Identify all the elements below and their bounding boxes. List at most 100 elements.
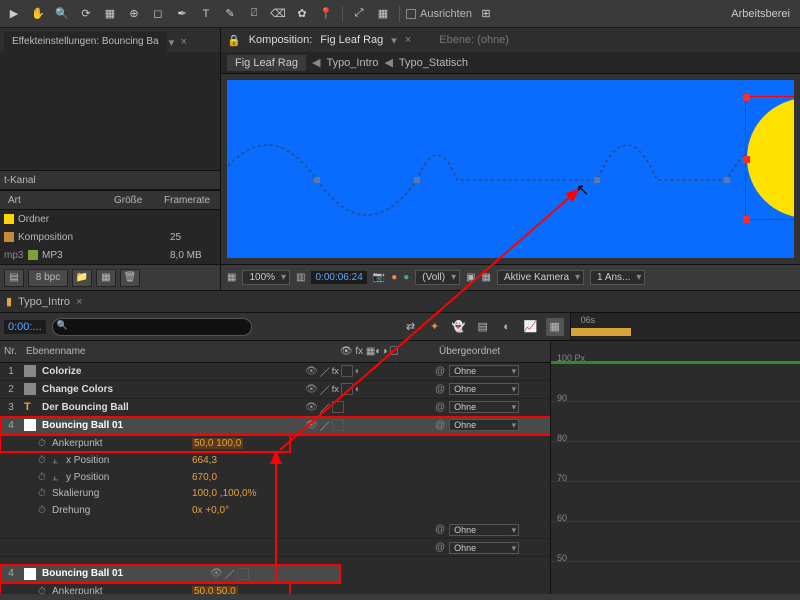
stopwatch-icon[interactable]: ⏱ bbox=[38, 438, 52, 449]
stopwatch-icon[interactable]: ⏱ bbox=[38, 472, 52, 483]
layer-row-selected[interactable]: 4 Bouncing Ball 01 👁／ @Ohne bbox=[0, 417, 550, 435]
fx-toggle[interactable]: fx bbox=[332, 384, 339, 394]
selection-tool-icon[interactable]: ▶ bbox=[4, 4, 24, 24]
pickwhip-icon[interactable]: @ bbox=[435, 366, 445, 377]
parent-dropdown[interactable]: Ohne bbox=[449, 419, 519, 431]
pen-tool-icon[interactable]: ✒ bbox=[172, 4, 192, 24]
project-row[interactable]: Ordner bbox=[0, 210, 220, 228]
zoom-tool-icon[interactable]: 🔍 bbox=[52, 4, 72, 24]
parent-dropdown[interactable]: Ohne bbox=[449, 542, 519, 554]
property-row-scale[interactable]: ⏱ Skalierung 100,0 ,100,0% bbox=[0, 485, 550, 502]
comp-mini-flow-icon[interactable]: ⇄ bbox=[402, 318, 420, 336]
bpc-button[interactable]: 8 bpc bbox=[28, 269, 68, 287]
parent-dropdown[interactable]: Ohne bbox=[449, 401, 519, 413]
property-value[interactable]: 100,0 ,100,0% bbox=[192, 488, 257, 499]
resize-handle[interactable] bbox=[743, 156, 750, 163]
close-tab-icon[interactable]: × bbox=[405, 34, 411, 46]
visibility-toggle[interactable]: 👁 bbox=[305, 384, 318, 395]
col-groesse[interactable]: Größe bbox=[110, 195, 156, 206]
col-parent[interactable]: Übergeordnet bbox=[435, 346, 550, 357]
res-icon[interactable]: ▥ bbox=[296, 272, 305, 283]
snapshot-icon[interactable]: 📷 bbox=[373, 272, 385, 283]
pickwhip-icon[interactable]: @ bbox=[435, 524, 445, 535]
project-row[interactable]: Komposition 25 bbox=[0, 228, 220, 246]
layer-row[interactable]: @ Ohne bbox=[0, 539, 550, 557]
channel-icon[interactable]: ● bbox=[391, 272, 397, 283]
effect-controls-tab[interactable]: Effekteinstellungen: Bouncing Ba bbox=[4, 32, 167, 52]
tab-dropdown-icon[interactable]: ▾ bbox=[391, 34, 397, 47]
time-ruler[interactable]: 06s bbox=[570, 313, 800, 340]
delete-button[interactable]: 🗑 bbox=[120, 269, 140, 287]
interpret-footage-button[interactable]: ▤ bbox=[4, 269, 24, 287]
fx-toggle[interactable]: fx bbox=[332, 366, 339, 376]
col-name[interactable]: Ebenenname bbox=[22, 346, 305, 357]
new-comp-button[interactable]: ▦ bbox=[96, 269, 116, 287]
graph-editor-area[interactable]: 100 Px 90 80 70 60 50 bbox=[550, 341, 800, 600]
bread-item[interactable]: Fig Leaf Rag bbox=[227, 55, 306, 71]
pickwhip-icon[interactable]: @ bbox=[435, 402, 445, 413]
composition-viewer[interactable] bbox=[221, 74, 800, 264]
layer-search-input[interactable] bbox=[52, 318, 252, 336]
pickwhip-icon[interactable]: @ bbox=[435, 542, 445, 553]
clone-tool-icon[interactable]: ⍁ bbox=[244, 4, 264, 24]
parent-dropdown[interactable]: Ohne bbox=[449, 383, 519, 395]
property-value[interactable]: 670,0 bbox=[192, 472, 217, 483]
bread-item[interactable]: Typo_Intro bbox=[326, 57, 378, 69]
visibility-toggle[interactable]: 👁 bbox=[305, 366, 318, 377]
stopwatch-icon[interactable]: ⏱ bbox=[38, 488, 52, 499]
resolution-dropdown[interactable]: (Voll) bbox=[415, 270, 460, 285]
brainstorm-icon[interactable]: ▦ bbox=[546, 318, 564, 336]
timeline-tab[interactable]: Typo_Intro bbox=[18, 296, 70, 308]
snap-icon[interactable]: ⊞ bbox=[476, 4, 496, 24]
col-framerate[interactable]: Framerate bbox=[160, 195, 216, 206]
property-value[interactable]: 50,0 100,0 bbox=[192, 438, 243, 449]
current-time[interactable]: 0:00:... bbox=[4, 320, 46, 334]
type-tool-icon[interactable]: T bbox=[196, 4, 216, 24]
hide-shy-icon[interactable]: 👻 bbox=[450, 318, 468, 336]
pickwhip-icon[interactable]: @ bbox=[435, 420, 445, 431]
visibility-toggle[interactable]: 👁 bbox=[305, 420, 318, 431]
lock-icon[interactable]: 🔒 bbox=[227, 34, 241, 47]
comp-tab-name[interactable]: Fig Leaf Rag bbox=[320, 34, 383, 46]
zoom-dropdown[interactable]: 100% bbox=[242, 270, 290, 285]
close-tab-icon[interactable]: × bbox=[181, 36, 191, 48]
align-checkbox[interactable] bbox=[406, 9, 416, 19]
roto-tool-icon[interactable]: ✿ bbox=[292, 4, 312, 24]
close-tab-icon[interactable]: × bbox=[76, 296, 82, 308]
brush-tool-icon[interactable]: ✎ bbox=[220, 4, 240, 24]
layer-row[interactable]: @Ohne bbox=[0, 521, 550, 539]
layer-row[interactable]: 1 Colorize 👁／fx◐ @Ohne bbox=[0, 363, 550, 381]
stopwatch-icon[interactable]: ⏱ bbox=[38, 455, 52, 466]
property-value[interactable]: 0x +0,0° bbox=[192, 505, 229, 516]
layer-duration-bar[interactable] bbox=[551, 361, 800, 364]
property-value[interactable]: 664,3 bbox=[192, 455, 217, 466]
property-row-anchor-point[interactable]: ⏱ Ankerpunkt 50,0 100,0 bbox=[0, 435, 290, 452]
visibility-toggle[interactable]: 👁 bbox=[210, 568, 223, 579]
camera-tool-icon[interactable]: ▦ bbox=[100, 4, 120, 24]
work-area-bar[interactable] bbox=[571, 328, 631, 336]
pan-behind-tool-icon[interactable]: ⊕ bbox=[124, 4, 144, 24]
property-row-y-position[interactable]: ⏱ ⫠ y Position 670,0 bbox=[0, 469, 550, 486]
grid-toggle-icon[interactable]: ▦ bbox=[227, 272, 236, 283]
canvas[interactable] bbox=[227, 80, 794, 258]
collapse-icon[interactable]: ◐ bbox=[355, 366, 361, 377]
stopwatch-icon[interactable]: ⏱ bbox=[38, 505, 52, 516]
col-nr[interactable]: Nr. bbox=[0, 346, 22, 357]
visibility-toggle[interactable]: 👁 bbox=[305, 402, 318, 413]
resize-handle[interactable] bbox=[743, 94, 750, 101]
draft-3d-icon[interactable]: ✦ bbox=[426, 318, 444, 336]
layer-tab[interactable]: Ebene: (ohne) bbox=[439, 34, 509, 46]
parent-dropdown[interactable]: Ohne bbox=[449, 365, 519, 377]
rotate-tool-icon[interactable]: ⟳ bbox=[76, 4, 96, 24]
resize-handle[interactable] bbox=[743, 216, 750, 223]
timecode-display[interactable]: 0:00:06:24 bbox=[311, 271, 366, 284]
property-row-rotation[interactable]: ⏱ Drehung 0x +0,0° bbox=[0, 502, 550, 519]
axis-icon[interactable]: ⤢ bbox=[349, 4, 369, 24]
graph-editor-icon[interactable]: 📈 bbox=[522, 318, 540, 336]
pin-tool-icon[interactable]: 📍 bbox=[316, 4, 336, 24]
grid-icon[interactable]: ▦ bbox=[373, 4, 393, 24]
layer-row[interactable]: 3 TDer Bouncing Ball 👁／ @Ohne bbox=[0, 399, 550, 417]
col-switches[interactable]: 👁 fx ▦◐◑◻ bbox=[305, 346, 435, 357]
pickwhip-icon[interactable]: @ bbox=[435, 384, 445, 395]
frame-blend-icon[interactable]: ▤ bbox=[474, 318, 492, 336]
